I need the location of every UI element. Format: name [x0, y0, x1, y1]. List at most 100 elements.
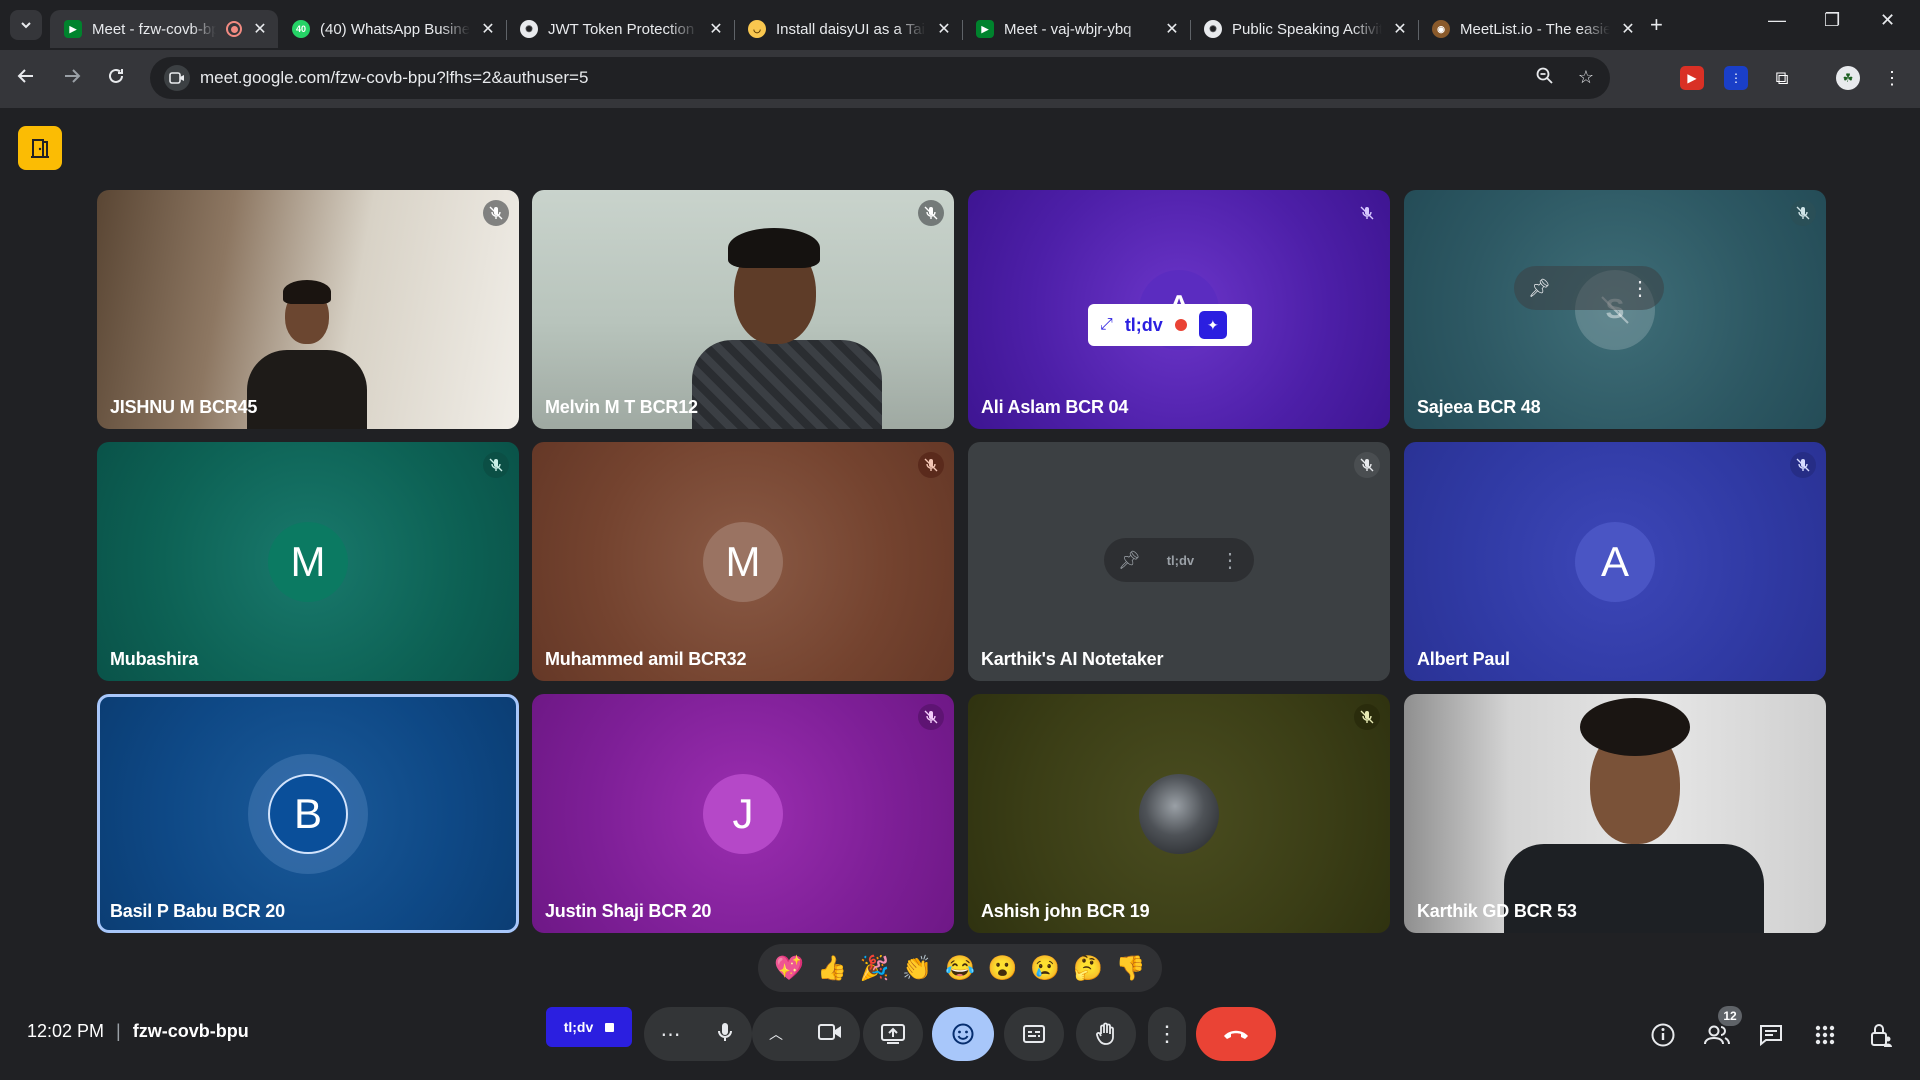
reactions-button[interactable]: [932, 1007, 994, 1061]
chevron-down-icon: [21, 22, 31, 29]
tab-meet-vaj[interactable]: ▶ Meet - vaj-wbjr-ybq ✕: [962, 10, 1190, 48]
more-vert-icon: ⋮: [1156, 1021, 1178, 1046]
reaction-laugh[interactable]: 😂: [945, 954, 975, 983]
participant-tile[interactable]: Melvin M T BCR12: [532, 190, 954, 429]
tile-hover-controls[interactable]: 📌︎ tl;dv ⋮: [1104, 538, 1254, 582]
back-icon[interactable]: [16, 66, 36, 92]
restore-icon[interactable]: ❐: [1824, 10, 1840, 31]
tab-meetlist[interactable]: ◉ MeetList.io - The easiest ✕: [1418, 10, 1646, 48]
tab-public-speaking[interactable]: ✺ Public Speaking Activity ✕: [1190, 10, 1418, 48]
participant-tile[interactable]: Ashish john BCR 19: [968, 694, 1390, 933]
close-icon[interactable]: ✕: [480, 19, 496, 39]
participant-name: Melvin M T BCR12: [545, 397, 698, 417]
captions-button[interactable]: [1004, 1007, 1064, 1061]
close-icon[interactable]: ✕: [1392, 19, 1408, 39]
activities-button[interactable]: [1810, 1020, 1840, 1050]
leave-call-button[interactable]: [1196, 1007, 1276, 1061]
participant-tile[interactable]: Karthik GD BCR 53: [1404, 694, 1826, 933]
reaction-party[interactable]: 🎉: [860, 954, 890, 983]
tldv-record-button[interactable]: tl;dv: [546, 1007, 632, 1047]
captions-icon: [1023, 1025, 1045, 1043]
more-options-icon[interactable]: ⋮: [1630, 276, 1650, 301]
reaction-clap[interactable]: 👏: [902, 954, 932, 983]
extension-red-icon[interactable]: ▶: [1680, 66, 1704, 90]
tab-daisyui[interactable]: ◡ Install daisyUI as a Tailwind ✕: [734, 10, 962, 48]
extensions-puzzle-icon[interactable]: ⧉: [1770, 66, 1794, 90]
tldv-recording-widget[interactable]: ⤢ tl;dv ✦: [1088, 304, 1252, 346]
tab-meet-fzw[interactable]: ▶ Meet - fzw-covb-bpu ✕: [50, 10, 278, 48]
tab-whatsapp[interactable]: 40 (40) WhatsApp Business ✕: [278, 10, 506, 48]
browser-tab-strip: ▶ Meet - fzw-covb-bpu ✕ 40 (40) WhatsApp…: [0, 0, 1920, 50]
participant-tile[interactable]: A Albert Paul: [1404, 442, 1826, 681]
browser-toolbar: meet.google.com/fzw-covb-bpu?lfhs=2&auth…: [0, 50, 1920, 108]
audio-options-icon[interactable]: ⋯: [661, 1022, 681, 1047]
participant-name: Ashish john BCR 19: [981, 901, 1150, 921]
participant-tile-active-speaker[interactable]: B Basil P Babu BCR 20: [97, 694, 519, 933]
minimize-icon[interactable]: —: [1768, 10, 1786, 31]
close-icon[interactable]: ✕: [1620, 19, 1636, 39]
microphone-button[interactable]: [714, 1021, 736, 1048]
reaction-thumbs-down[interactable]: 👎: [1116, 954, 1146, 983]
pin-icon[interactable]: 📌︎: [1528, 278, 1551, 299]
close-icon[interactable]: ✕: [1164, 19, 1180, 39]
tile-hover-controls[interactable]: 📌︎ ⋮: [1514, 266, 1664, 310]
host-controls-button[interactable]: [1866, 1020, 1896, 1050]
close-window-icon[interactable]: ✕: [1880, 10, 1895, 31]
lock-person-icon: [1871, 1024, 1892, 1047]
stop-icon: [605, 1022, 615, 1032]
mic-off-icon: [918, 200, 944, 226]
mic-off-icon: [918, 452, 944, 478]
reactions-bar: 💖 👍 🎉 👏 😂 😮 😢 🤔 👎: [758, 944, 1162, 992]
chevron-up-icon[interactable]: ︿: [769, 1024, 783, 1044]
present-screen-button[interactable]: [863, 1007, 923, 1061]
camera-icon: [818, 1023, 841, 1040]
site-info-icon[interactable]: [164, 65, 190, 91]
close-icon[interactable]: ✕: [252, 19, 268, 39]
participant-tile[interactable]: S 📌︎ ⋮ Sajeea BCR 48: [1404, 190, 1826, 429]
profile-avatar[interactable]: ☘: [1836, 66, 1860, 90]
mic-off-icon: [1790, 452, 1816, 478]
reaction-sad[interactable]: 😢: [1030, 954, 1060, 983]
emoji-icon: [952, 1023, 974, 1045]
chat-button[interactable]: [1756, 1020, 1786, 1050]
tldv-ai-icon[interactable]: ✦: [1198, 311, 1227, 339]
close-icon[interactable]: ✕: [708, 19, 724, 39]
participant-name: Karthik GD BCR 53: [1417, 901, 1577, 921]
close-icon[interactable]: ✕: [936, 19, 952, 39]
reload-icon[interactable]: [106, 66, 126, 92]
more-options-icon[interactable]: ⋮: [1220, 548, 1240, 573]
camera-button[interactable]: [817, 1022, 843, 1047]
companion-mode-button[interactable]: [18, 126, 62, 170]
hand-icon: [1096, 1022, 1114, 1045]
reaction-thumbs-up[interactable]: 👍: [817, 954, 847, 983]
raise-hand-button[interactable]: [1076, 1007, 1136, 1061]
reaction-heart[interactable]: 💖: [774, 954, 804, 983]
people-button[interactable]: 12: [1702, 1006, 1742, 1050]
microphone-icon: [717, 1022, 732, 1041]
extension-blue-icon[interactable]: ⋮: [1724, 66, 1748, 90]
tab-search-button[interactable]: [10, 10, 42, 40]
new-tab-button[interactable]: +: [1650, 12, 1663, 38]
zoom-icon[interactable]: [1536, 67, 1554, 90]
participant-tile[interactable]: JISHNU M BCR45: [97, 190, 519, 429]
participant-name: Albert Paul: [1417, 649, 1510, 669]
participant-tile[interactable]: 📌︎ tl;dv ⋮ Karthik's AI Notetaker: [968, 442, 1390, 681]
browser-menu-icon[interactable]: ⋮: [1880, 66, 1904, 90]
pin-icon[interactable]: 📌︎: [1118, 550, 1141, 571]
participant-avatar: A: [1575, 521, 1655, 602]
participant-tile[interactable]: A ⤢ tl;dv ✦ Ali Aslam BCR 04: [968, 190, 1390, 429]
tab-title: Meet - fzw-covb-bpu: [92, 20, 216, 38]
expand-icon[interactable]: ⤢: [1100, 316, 1113, 334]
participant-tile[interactable]: M Muhammed amil BCR32: [532, 442, 954, 681]
forward-icon[interactable]: [62, 66, 82, 92]
more-options-button[interactable]: ⋮: [1148, 1007, 1186, 1061]
participant-tile[interactable]: M Mubashira: [97, 442, 519, 681]
meeting-info-button[interactable]: [1648, 1020, 1678, 1050]
participant-tile[interactable]: J Justin Shaji BCR 20: [532, 694, 954, 933]
reaction-thinking[interactable]: 🤔: [1073, 954, 1103, 983]
info-icon: [1651, 1023, 1675, 1047]
reaction-surprised[interactable]: 😮: [988, 954, 1018, 983]
tab-jwt[interactable]: ✺ JWT Token Protection ✕: [506, 10, 734, 48]
bookmark-star-icon[interactable]: ☆: [1578, 67, 1594, 90]
address-bar[interactable]: meet.google.com/fzw-covb-bpu?lfhs=2&auth…: [150, 57, 1610, 99]
